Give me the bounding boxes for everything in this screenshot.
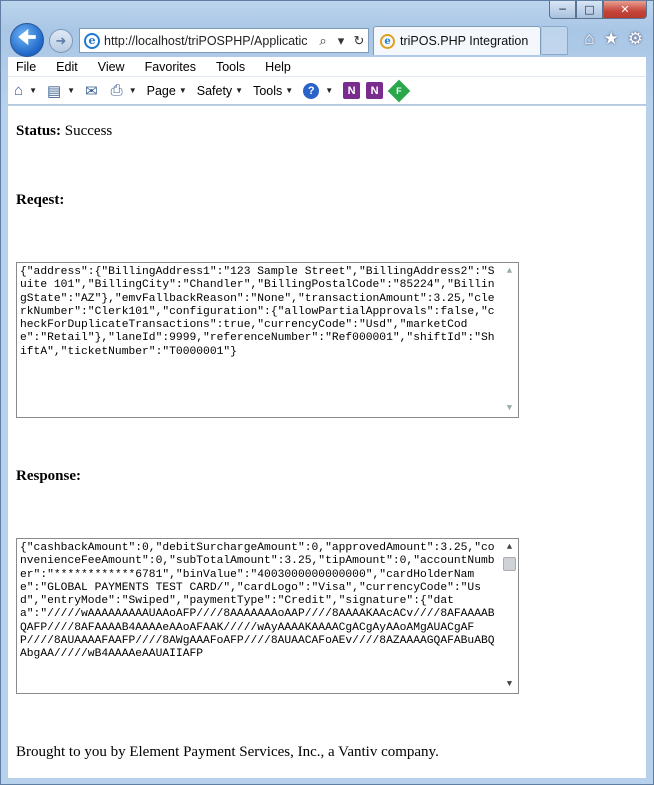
- window-controls: ─ □ ✕: [549, 1, 647, 19]
- chevron-down-icon: ▼: [235, 86, 244, 95]
- status-value: Success: [64, 123, 113, 139]
- navigation-bar: 🠈 ➜ e http://localhost/triPOSPHP/Applica…: [9, 23, 653, 57]
- printer-icon: ⎙: [110, 82, 123, 99]
- address-url[interactable]: http://localhost/triPOSPHP/Applicatic: [104, 34, 314, 48]
- scroll-up-icon[interactable]: ▲: [501, 263, 518, 280]
- browser-toolbar-icons: ⌂ ★ ⚙: [584, 29, 643, 49]
- chevron-down-icon: ▼: [285, 86, 294, 95]
- status-line: Status: Success: [16, 123, 112, 140]
- refresh-icon[interactable]: ↻: [350, 33, 368, 49]
- response-scrollbar[interactable]: ▲ ▼: [501, 539, 518, 693]
- minimize-icon[interactable]: ─: [549, 1, 576, 19]
- request-scrollbar[interactable]: ▲ ▼: [501, 263, 518, 417]
- scroll-down-icon[interactable]: ▼: [501, 400, 518, 417]
- scroll-up-icon[interactable]: ▲: [501, 539, 518, 556]
- mail-command[interactable]: ✉: [85, 82, 101, 100]
- maximize-icon[interactable]: □: [576, 1, 603, 19]
- home-icon[interactable]: ⌂: [584, 29, 594, 49]
- status-label: Status:: [16, 123, 62, 139]
- chevron-down-icon: ▼: [128, 86, 137, 95]
- ie-page-icon: e: [84, 32, 100, 49]
- onenote-linked-icon[interactable]: N: [366, 82, 384, 99]
- tools-menu[interactable]: Tools ▼: [253, 84, 293, 98]
- home-icon: ⌂: [14, 82, 24, 99]
- request-heading: Reqest:: [16, 192, 65, 208]
- favorites-star-icon[interactable]: ★: [604, 29, 619, 49]
- gear-icon[interactable]: ⚙: [628, 29, 643, 49]
- addon-icon[interactable]: F: [387, 79, 411, 102]
- footer-text: Brought to you by Element Payment Servic…: [16, 744, 439, 760]
- menu-edit[interactable]: Edit: [56, 60, 78, 74]
- scrollbar-thumb[interactable]: [503, 557, 516, 571]
- new-tab-button[interactable]: [542, 26, 568, 55]
- page-menu[interactable]: Page ▼: [147, 84, 187, 98]
- mail-icon: ✉: [85, 82, 98, 100]
- menu-bar: File Edit View Favorites Tools Help: [8, 57, 646, 77]
- menu-favorites[interactable]: Favorites: [145, 60, 196, 74]
- chevron-down-icon: ▼: [67, 86, 76, 95]
- close-icon[interactable]: ✕: [603, 1, 647, 19]
- chevron-down-icon: ▼: [178, 86, 187, 95]
- menu-help[interactable]: Help: [265, 60, 291, 74]
- safety-menu-label: Safety: [196, 83, 233, 98]
- address-bar[interactable]: e http://localhost/triPOSPHP/Applicatic …: [79, 28, 369, 53]
- chevron-down-icon: ▼: [325, 86, 334, 95]
- tab-favicon-icon: e: [380, 33, 395, 49]
- menu-file[interactable]: File: [16, 60, 36, 74]
- response-textarea[interactable]: {"cashbackAmount":0,"debitSurchargeAmoun…: [16, 538, 519, 694]
- menu-tools[interactable]: Tools: [216, 60, 245, 74]
- home-command[interactable]: ⌂ ▼: [14, 82, 37, 99]
- forward-button[interactable]: ➜: [49, 29, 73, 53]
- tab-title: triPOS.PHP Integration: [400, 34, 529, 48]
- response-json[interactable]: {"cashbackAmount":0,"debitSurchargeAmoun…: [17, 539, 518, 665]
- browser-window: ─ □ ✕ 🠈 ➜ e http://localhost/triPOSPHP/A…: [0, 0, 654, 785]
- safety-menu[interactable]: Safety ▼: [197, 84, 243, 98]
- back-button[interactable]: 🠈: [10, 23, 44, 57]
- search-icon[interactable]: ⌕: [314, 33, 332, 49]
- command-bar: ⌂ ▼ ▤ ▼ ✉ ⎙ ▼ Page ▼ Safety ▼ Tools ▼ ? ▼ N N F: [8, 77, 646, 105]
- onenote-icon[interactable]: N: [343, 82, 361, 99]
- request-textarea[interactable]: {"address":{"BillingAddress1":"123 Sampl…: [16, 262, 519, 418]
- chevron-down-icon: ▼: [29, 86, 37, 95]
- tools-menu-label: Tools: [253, 83, 283, 98]
- help-icon: ?: [303, 82, 320, 99]
- request-json[interactable]: {"address":{"BillingAddress1":"123 Sampl…: [17, 263, 518, 362]
- page-menu-label: Page: [146, 83, 176, 98]
- dropdown-arrow-icon[interactable]: ▾: [332, 33, 350, 49]
- print-command[interactable]: ⎙ ▼: [111, 82, 137, 99]
- page-content: Status: Success Reqest: {"address":{"Bil…: [8, 106, 646, 778]
- rss-feed-icon: ▤: [46, 82, 62, 100]
- feeds-command[interactable]: ▤ ▼: [47, 82, 75, 100]
- response-heading: Response:: [16, 468, 82, 484]
- menu-view[interactable]: View: [98, 60, 125, 74]
- tab-active[interactable]: e triPOS.PHP Integration: [373, 26, 541, 55]
- scroll-down-icon[interactable]: ▼: [501, 676, 518, 693]
- help-command[interactable]: ? ▼: [303, 82, 334, 99]
